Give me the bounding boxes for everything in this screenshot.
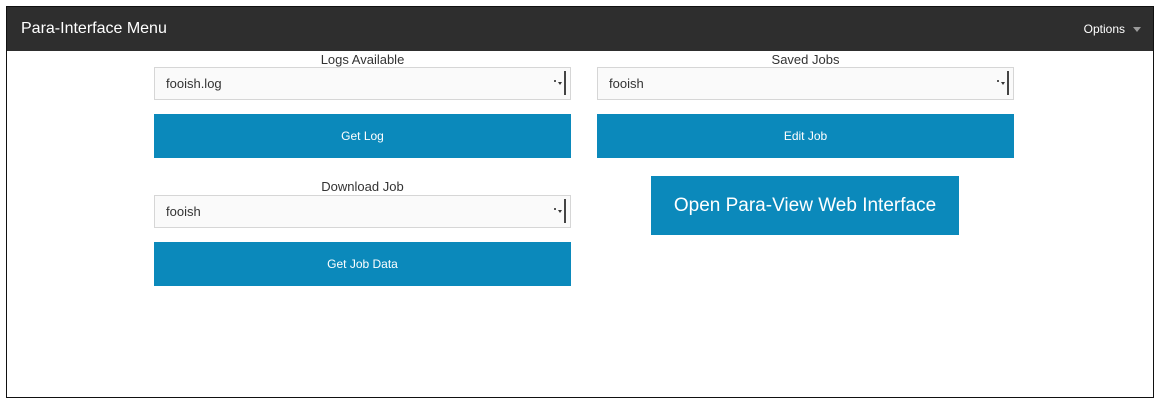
logs-available-select[interactable]: fooish.log (154, 67, 571, 100)
logs-available-label: Logs Available (320, 52, 405, 67)
saved-jobs-select[interactable]: fooish (597, 67, 1014, 100)
top-navbar: Para-Interface Menu Options (7, 7, 1153, 51)
dropdown-arrow-icon (554, 199, 566, 223)
options-menu-button[interactable]: Options (1084, 7, 1141, 51)
caret-down-icon (1133, 27, 1141, 33)
open-paraview-button[interactable]: Open Para-View Web Interface (651, 176, 959, 235)
get-log-button[interactable]: Get Log (154, 114, 571, 158)
download-job-selected-value: fooish (166, 204, 201, 219)
download-job-label: Download Job (321, 179, 404, 194)
download-job-select[interactable]: fooish (154, 195, 571, 228)
app-title[interactable]: Para-Interface Menu (21, 7, 167, 51)
get-job-data-button[interactable]: Get Job Data (154, 242, 571, 286)
saved-jobs-selected-value: fooish (609, 76, 644, 91)
dropdown-arrow-icon (554, 71, 566, 95)
app-frame: Para-Interface Menu Options Logs Availab… (6, 6, 1154, 398)
options-label: Options (1083, 22, 1125, 36)
dropdown-arrow-icon (997, 71, 1009, 95)
logs-selected-value: fooish.log (166, 76, 222, 91)
saved-jobs-label: Saved Jobs (771, 52, 840, 67)
edit-job-button[interactable]: Edit Job (597, 114, 1014, 158)
